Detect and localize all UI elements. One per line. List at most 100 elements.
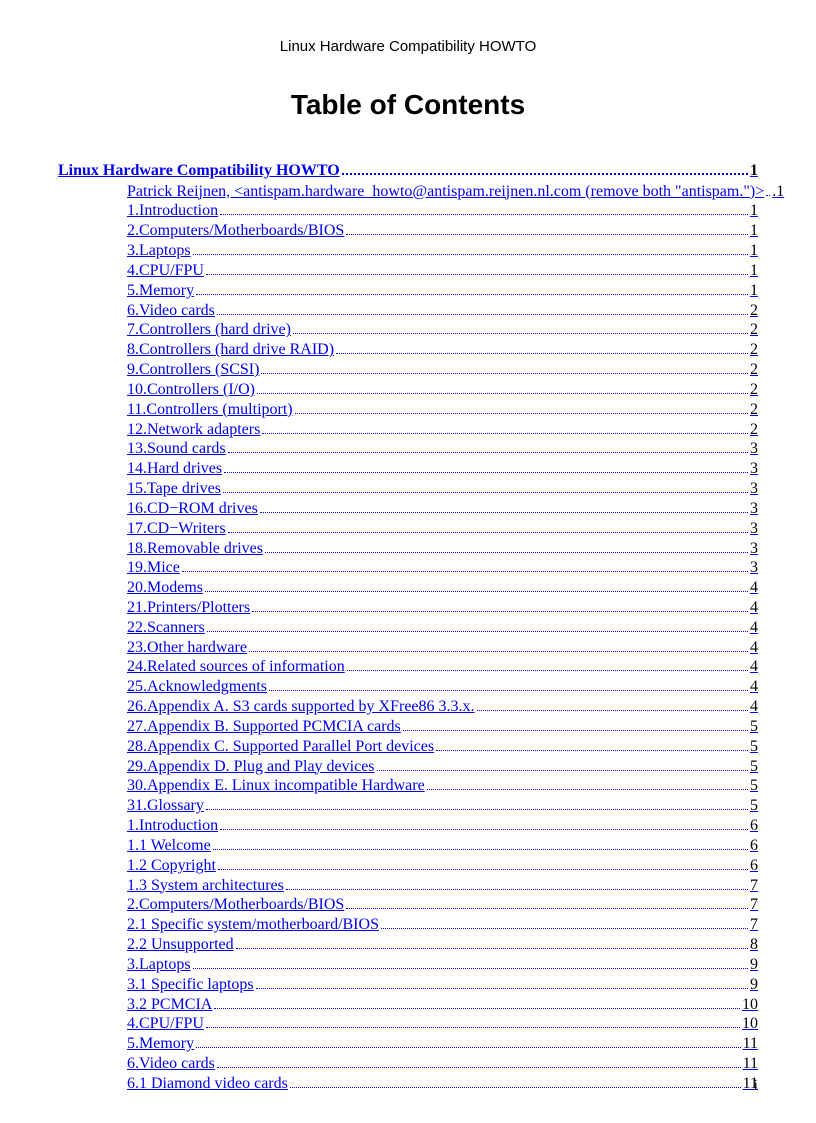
toc-entry-label[interactable]: 14.Hard drives [127, 459, 222, 479]
toc-entry-label[interactable]: 16.CD−ROM drives [127, 499, 258, 519]
toc-entry[interactable]: 3.Laptops9 [127, 955, 758, 975]
toc-entry-page[interactable]: 3 [750, 558, 758, 578]
toc-entry-page[interactable]: 11 [743, 1034, 758, 1054]
toc-entry-page[interactable]: 5 [750, 757, 758, 777]
toc-entry[interactable]: 29.Appendix D. Plug and Play devices 5 [127, 757, 758, 777]
toc-entry[interactable]: 1.1 Welcome6 [127, 836, 758, 856]
toc-entry-page[interactable]: 4 [750, 638, 758, 658]
toc-entry[interactable]: 5.Memory 11 [127, 1034, 758, 1054]
toc-entry-page[interactable]: 7 [750, 876, 758, 896]
toc-entry[interactable]: 13.Sound cards3 [127, 439, 758, 459]
toc-entry-page[interactable]: 4 [750, 618, 758, 638]
toc-entry-page[interactable]: 9 [750, 955, 758, 975]
toc-entry[interactable]: 3.2 PCMCIA10 [127, 995, 758, 1015]
toc-entry[interactable]: 18.Removable drives 3 [127, 539, 758, 559]
toc-entry-label[interactable]: 18.Removable drives [127, 539, 263, 559]
toc-main-label[interactable]: Linux Hardware Compatibility HOWTO [58, 162, 340, 180]
toc-entry-label[interactable]: 3.2 PCMCIA [127, 995, 212, 1015]
toc-entry-label[interactable]: 1.2 Copyright [127, 856, 216, 876]
toc-entry-page[interactable]: 4 [750, 578, 758, 598]
toc-entry-label[interactable]: 3.Laptops [127, 241, 191, 261]
toc-entry[interactable]: 25.Acknowledgments 4 [127, 677, 758, 697]
toc-entry[interactable]: 1.3 System architectures 7 [127, 876, 758, 896]
toc-entry-label[interactable]: 4.CPU/FPU [127, 1014, 204, 1034]
toc-entry-page[interactable]: 8 [750, 935, 758, 955]
toc-entry[interactable]: 8.Controllers (hard drive RAID) 2 [127, 340, 758, 360]
toc-entry-label[interactable]: 2.Computers/Motherboards/BIOS [127, 895, 344, 915]
toc-entry[interactable]: 10.Controllers (I/O) 2 [127, 380, 758, 400]
toc-entry-label[interactable]: 7.Controllers (hard drive) [127, 320, 291, 340]
toc-entry-page[interactable]: 5 [750, 796, 758, 816]
toc-entry[interactable]: 2.Computers/Motherboards/BIOS1 [127, 221, 758, 241]
toc-main-page[interactable]: 1 [750, 162, 758, 180]
toc-entry[interactable]: 17.CD−Writers 3 [127, 519, 758, 539]
toc-entry-label[interactable]: 19.Mice [127, 558, 180, 578]
toc-entry-page[interactable]: 3 [750, 499, 758, 519]
toc-entry-page[interactable]: 2 [750, 380, 758, 400]
toc-entry-label[interactable]: 4.CPU/FPU [127, 261, 204, 281]
toc-entry-label[interactable]: 24.Related sources of information [127, 657, 345, 677]
toc-entry-page[interactable]: 4 [750, 677, 758, 697]
toc-entry-label[interactable]: 12.Network adapters [127, 420, 260, 440]
toc-entry-page[interactable]: 1 [750, 201, 758, 221]
toc-entry-label[interactable]: 17.CD−Writers [127, 519, 226, 539]
toc-entry[interactable]: 14.Hard drives 3 [127, 459, 758, 479]
toc-entry[interactable]: 2.Computers/Motherboards/BIOS7 [127, 895, 758, 915]
toc-entry-page[interactable]: 5 [750, 776, 758, 796]
toc-entry[interactable]: 11.Controllers (multiport)2 [127, 400, 758, 420]
toc-entry-page[interactable]: 5 [750, 717, 758, 737]
toc-entry-page[interactable]: 1 [750, 221, 758, 241]
toc-entry-label[interactable]: 30.Appendix E. Linux incompatible Hardwa… [127, 776, 425, 796]
toc-entry-page[interactable]: 3 [750, 459, 758, 479]
toc-entry[interactable]: 1.2 Copyright 6 [127, 856, 758, 876]
toc-entry-label[interactable]: 1.Introduction [127, 201, 218, 221]
toc-entry[interactable]: 12.Network adapters2 [127, 420, 758, 440]
toc-entry-page[interactable]: 1 [750, 281, 758, 301]
toc-entry-label[interactable]: 26.Appendix A. S3 cards supported by XFr… [127, 697, 475, 717]
toc-entry-label[interactable]: 31.Glossary [127, 796, 204, 816]
toc-entry-label[interactable]: 25.Acknowledgments [127, 677, 267, 697]
toc-entry[interactable]: 9.Controllers (SCSI)2 [127, 360, 758, 380]
toc-entry-page[interactable]: 6 [750, 816, 758, 836]
toc-entry-label[interactable]: 1.3 System architectures [127, 876, 284, 896]
toc-entry-page[interactable]: 4 [750, 657, 758, 677]
toc-entry-label[interactable]: 3.1 Specific laptops [127, 975, 254, 995]
toc-entry-label[interactable]: 1.Introduction [127, 816, 218, 836]
toc-entry[interactable]: 3.Laptops 1 [127, 241, 758, 261]
toc-entry-page[interactable]: 1 [750, 261, 758, 281]
toc-entry[interactable]: 16.CD−ROM drives 3 [127, 499, 758, 519]
toc-entry-page[interactable]: 3 [750, 479, 758, 499]
toc-entry-label[interactable]: 15.Tape drives [127, 479, 221, 499]
toc-entry[interactable]: 15.Tape drives 3 [127, 479, 758, 499]
toc-main-entry[interactable]: Linux Hardware Compatibility HOWTO 1 [58, 161, 758, 180]
toc-entry-page[interactable]: 3 [750, 539, 758, 559]
toc-entry-page[interactable]: 1 [750, 241, 758, 261]
toc-entry-page[interactable]: 2 [750, 340, 758, 360]
toc-entry-page[interactable]: 3 [750, 519, 758, 539]
toc-entry-label[interactable]: 28.Appendix C. Supported Parallel Port d… [127, 737, 434, 757]
toc-entry-label[interactable]: 5.Memory [127, 281, 194, 301]
toc-entry-page[interactable]: 6 [750, 856, 758, 876]
toc-entry[interactable]: Patrick Reijnen, <antispam.hardware_howt… [127, 182, 758, 202]
toc-entry-label[interactable]: 6.1 Diamond video cards [127, 1074, 288, 1094]
toc-entry-page[interactable]: 6 [750, 836, 758, 856]
toc-entry[interactable]: 4.CPU/FPU 10 [127, 1014, 758, 1034]
toc-entry-label[interactable]: 5.Memory [127, 1034, 194, 1054]
toc-entry-page[interactable]: 10 [742, 1014, 758, 1034]
toc-entry-label[interactable]: 23.Other hardware [127, 638, 247, 658]
toc-entry[interactable]: 30.Appendix E. Linux incompatible Hardwa… [127, 776, 758, 796]
toc-entry-page[interactable]: 2 [750, 360, 758, 380]
toc-entry[interactable]: 23.Other hardware 4 [127, 638, 758, 658]
toc-entry-label[interactable]: 10.Controllers (I/O) [127, 380, 255, 400]
toc-entry-page[interactable]: 7 [750, 915, 758, 935]
toc-entry[interactable]: 7.Controllers (hard drive)2 [127, 320, 758, 340]
toc-entry-label[interactable]: 29.Appendix D. Plug and Play devices [127, 757, 375, 777]
toc-entry[interactable]: 20.Modems4 [127, 578, 758, 598]
toc-entry-label[interactable]: 27.Appendix B. Supported PCMCIA cards [127, 717, 401, 737]
toc-entry[interactable]: 22.Scanners4 [127, 618, 758, 638]
toc-entry[interactable]: 4.CPU/FPU 1 [127, 261, 758, 281]
toc-entry[interactable]: 26.Appendix A. S3 cards supported by XFr… [127, 697, 758, 717]
toc-entry-label[interactable]: 11.Controllers (multiport) [127, 400, 293, 420]
toc-entry[interactable]: 1.Introduction 6 [127, 816, 758, 836]
toc-entry-label[interactable]: 8.Controllers (hard drive RAID) [127, 340, 334, 360]
